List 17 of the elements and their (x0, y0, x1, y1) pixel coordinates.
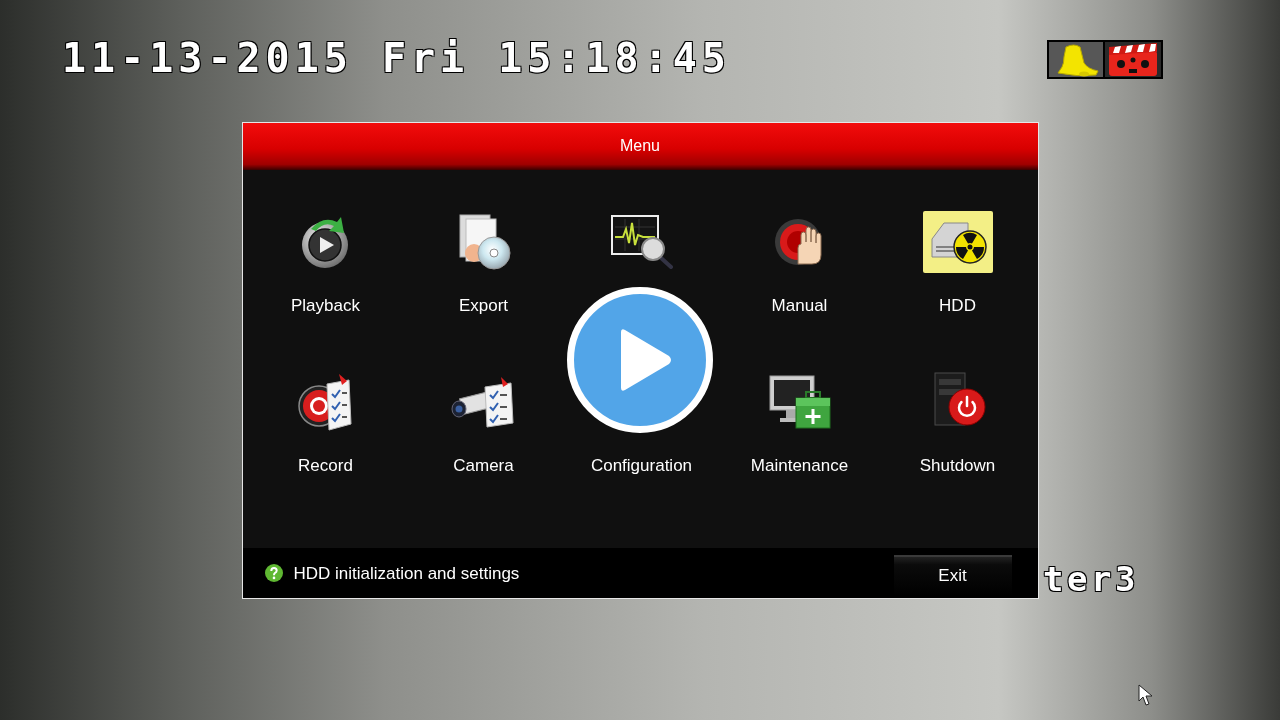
help-icon (264, 563, 283, 582)
window-title: Menu (620, 137, 660, 155)
menu-item[interactable]: Export (455, 205, 512, 316)
channel-overlay: ter3 (1043, 562, 1139, 596)
menu-item[interactable]: Maintenance (750, 365, 849, 476)
hint-text: HDD initialization and settings (293, 562, 520, 584)
menu-item[interactable]: Configuration (590, 455, 693, 476)
menu-item[interactable]: Record (296, 365, 355, 476)
menu-item[interactable]: HDD (922, 205, 993, 316)
menu-item[interactable]: Playback (291, 205, 360, 316)
menu-item[interactable]: Camera (448, 365, 519, 476)
clapperboard-icon (1105, 40, 1163, 79)
cursor-icon (1138, 684, 1153, 706)
menu-item[interactable]: Manual (771, 205, 828, 316)
date-time-overlay: 11-13-2015 Fri 15:18:45 (62, 38, 731, 78)
bell-icon (1047, 40, 1105, 79)
menu-item[interactable]: Shutdown (919, 365, 996, 476)
